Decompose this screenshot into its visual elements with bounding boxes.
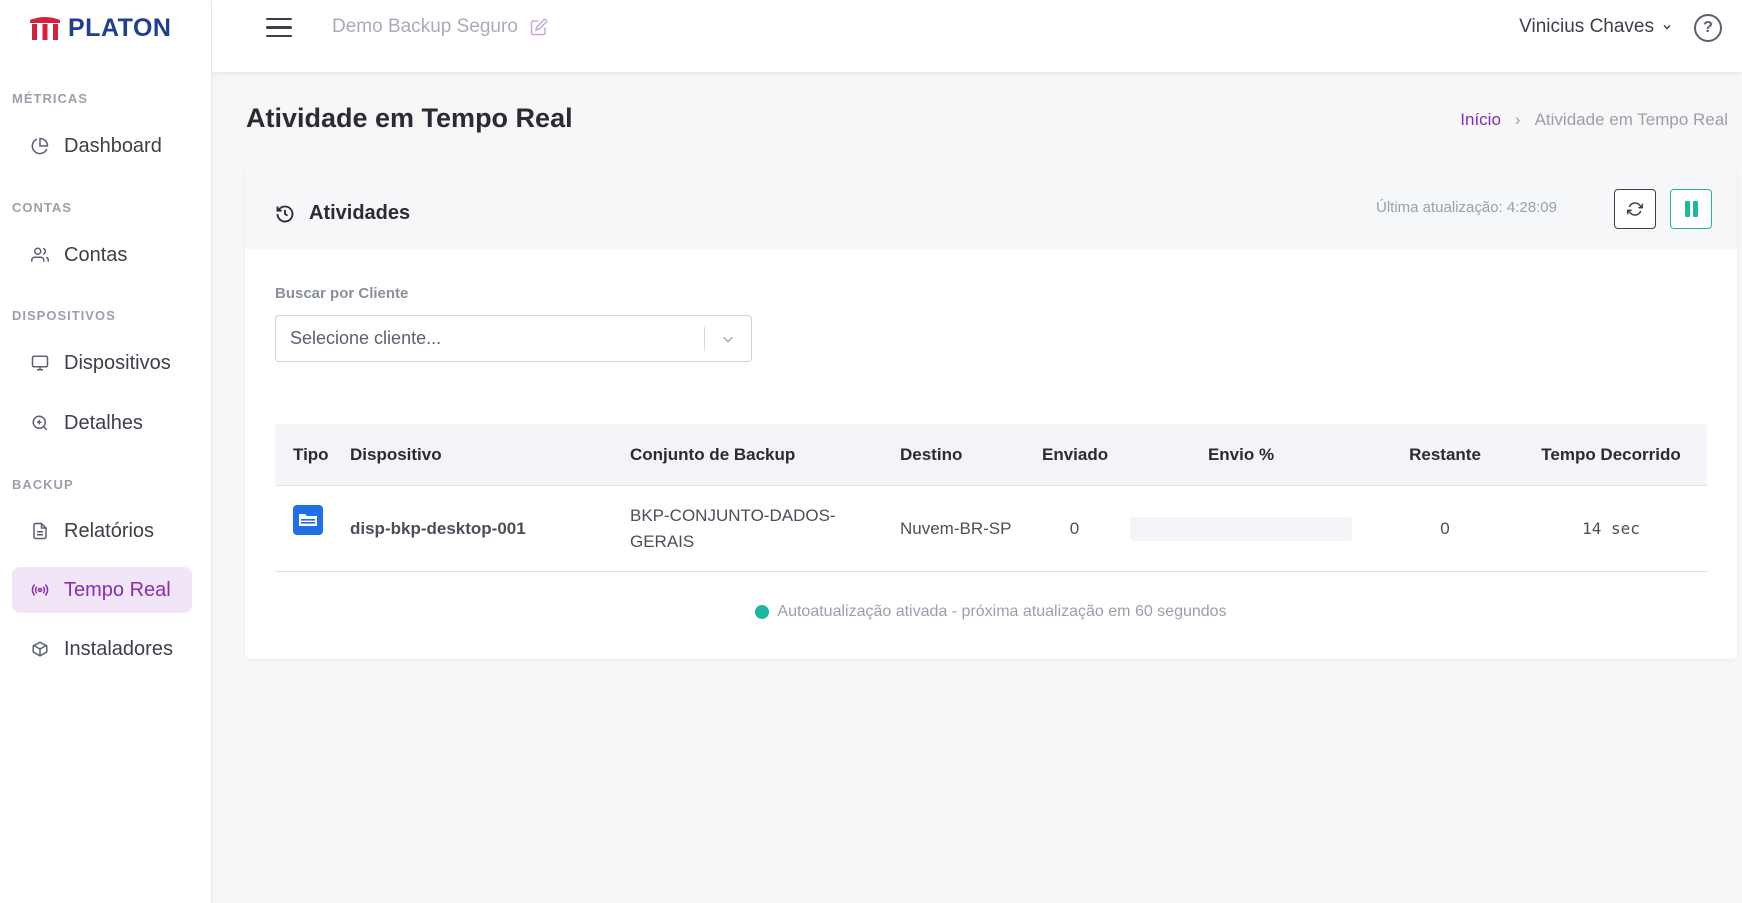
activities-card: Atividades Última atualização: 4:28:09 P… (245, 165, 1737, 659)
cell-enviado: 0 (1069, 518, 1080, 538)
workspace-label: Demo Backup Seguro (332, 16, 518, 37)
breadcrumb-home-link[interactable]: Início (1460, 110, 1501, 130)
pie-chart-icon (30, 136, 50, 156)
filter-label: Buscar por Cliente (275, 285, 409, 302)
file-text-icon (30, 521, 50, 541)
temple-logo-icon (30, 17, 60, 40)
pause-button[interactable] (1670, 189, 1712, 229)
table-header: Tipo Dispositivo Conjunto de Backup Dest… (275, 424, 1707, 486)
sidebar-item-label: Tempo Real (64, 578, 171, 601)
workspace-name[interactable]: Demo Backup Seguro (332, 16, 548, 38)
cell-dispositivo: disp-bkp-desktop-001 (350, 518, 526, 538)
platon-logo[interactable]: PLATON (28, 12, 171, 44)
auto-refresh-status: Autoatualização ativada - próxima atuali… (245, 603, 1737, 621)
sidebar-item-label: Dashboard (64, 134, 162, 157)
users-icon (30, 245, 50, 265)
cell-tipo (275, 504, 350, 535)
client-select[interactable]: Selecione cliente... (275, 315, 752, 362)
sidebar-item-label: Relatórios (64, 519, 155, 542)
sidebar-item-tempo-real[interactable]: Tempo Real (12, 567, 192, 613)
edit-icon[interactable] (530, 18, 548, 36)
status-dot (755, 605, 770, 619)
client-select-placeholder: Selecione cliente... (290, 328, 442, 348)
sidebar-item-relatorios[interactable]: Relatórios (12, 508, 192, 554)
col-enviado: Enviado (1042, 444, 1109, 464)
col-conjunto: Conjunto de Backup (630, 444, 796, 464)
zoom-in-icon (30, 413, 50, 433)
col-tipo: Tipo (293, 444, 329, 464)
col-dispositivo: Dispositivo (350, 444, 442, 464)
top-bar: Demo Backup Seguro Vinicius Chaves ? (212, 0, 1742, 72)
pause-icon (1684, 201, 1690, 217)
section-metricas: MÉTRICAS (12, 91, 88, 106)
col-envio-pct: Envio % (1207, 444, 1275, 464)
last-update-text: Última atualização: 4:28:09 PM (1376, 199, 1558, 216)
section-dispositivos: DISPOSITIVOS (12, 308, 116, 323)
card-title-text: Atividades (309, 202, 411, 224)
history-icon (276, 205, 294, 222)
chevron-down-icon (1663, 24, 1671, 30)
sidebar-item-label: Contas (64, 243, 128, 266)
user-name: Vinicius Chaves (1519, 16, 1654, 37)
refresh-icon (1627, 202, 1643, 216)
folder-icon (293, 504, 323, 535)
user-menu[interactable]: Vinicius Chaves (1519, 16, 1672, 38)
card-title: Atividades (275, 202, 410, 225)
sidebar-item-label: Dispositivos (64, 351, 171, 374)
activities-table: Tipo Dispositivo Conjunto de Backup Dest… (275, 424, 1707, 572)
cell-destino: Nuvem-BR-SP (900, 518, 1012, 538)
section-contas: CONTAS (12, 200, 72, 215)
section-backup: BACKUP (12, 477, 74, 492)
sidebar-item-dispositivos[interactable]: Dispositivos (12, 340, 192, 386)
breadcrumb-current: Atividade em Tempo Real (1534, 110, 1728, 129)
refresh-button[interactable] (1614, 189, 1656, 229)
cell-restante: 0 (1440, 518, 1450, 538)
package-icon (30, 639, 50, 659)
status-text: Autoatualização ativada - próxima atuali… (777, 603, 1227, 620)
table-row[interactable]: disp-bkp-desktop-001 BKP-CONJUNTO-DADOS-… (275, 486, 1707, 572)
col-destino: Destino (900, 444, 963, 464)
sidebar-item-instaladores[interactable]: Instaladores (12, 626, 192, 672)
sidebar: PLATON MÉTRICAS Dashboard CONTAS Contas … (0, 0, 212, 903)
breadcrumb: Início › Atividade em Tempo Real (1460, 110, 1728, 130)
upload-progress-bar (1130, 516, 1352, 541)
sidebar-item-contas[interactable]: Contas (12, 232, 192, 278)
breadcrumb-separator: › (1514, 110, 1521, 129)
select-divider (704, 327, 705, 351)
broadcast-icon (30, 580, 50, 600)
sidebar-item-label: Detalhes (64, 411, 143, 434)
brand-name: PLATON (68, 13, 172, 42)
help-icon[interactable]: ? (1694, 14, 1722, 42)
sidebar-item-label: Instaladores (64, 637, 173, 660)
chevron-down-icon[interactable] (719, 330, 737, 348)
col-restante: Restante (1409, 444, 1481, 464)
cell-tempo: 14 sec (1582, 519, 1640, 538)
col-tempo: Tempo Decorrido (1541, 444, 1681, 464)
page-title: Atividade em Tempo Real (246, 103, 573, 133)
last-update: Última atualização: 4:28:09 PM (1368, 199, 1558, 216)
monitor-icon (30, 353, 50, 373)
cell-envio-pct (1107, 516, 1375, 541)
card-header: Atividades Última atualização: 4:28:09 P… (245, 165, 1737, 249)
sidebar-item-detalhes[interactable]: Detalhes (12, 400, 192, 446)
cell-conjunto: BKP-CONJUNTO-DADOS-GERAIS (630, 505, 836, 551)
menu-toggle-icon[interactable] (266, 18, 292, 40)
sidebar-item-dashboard[interactable]: Dashboard (12, 123, 192, 169)
